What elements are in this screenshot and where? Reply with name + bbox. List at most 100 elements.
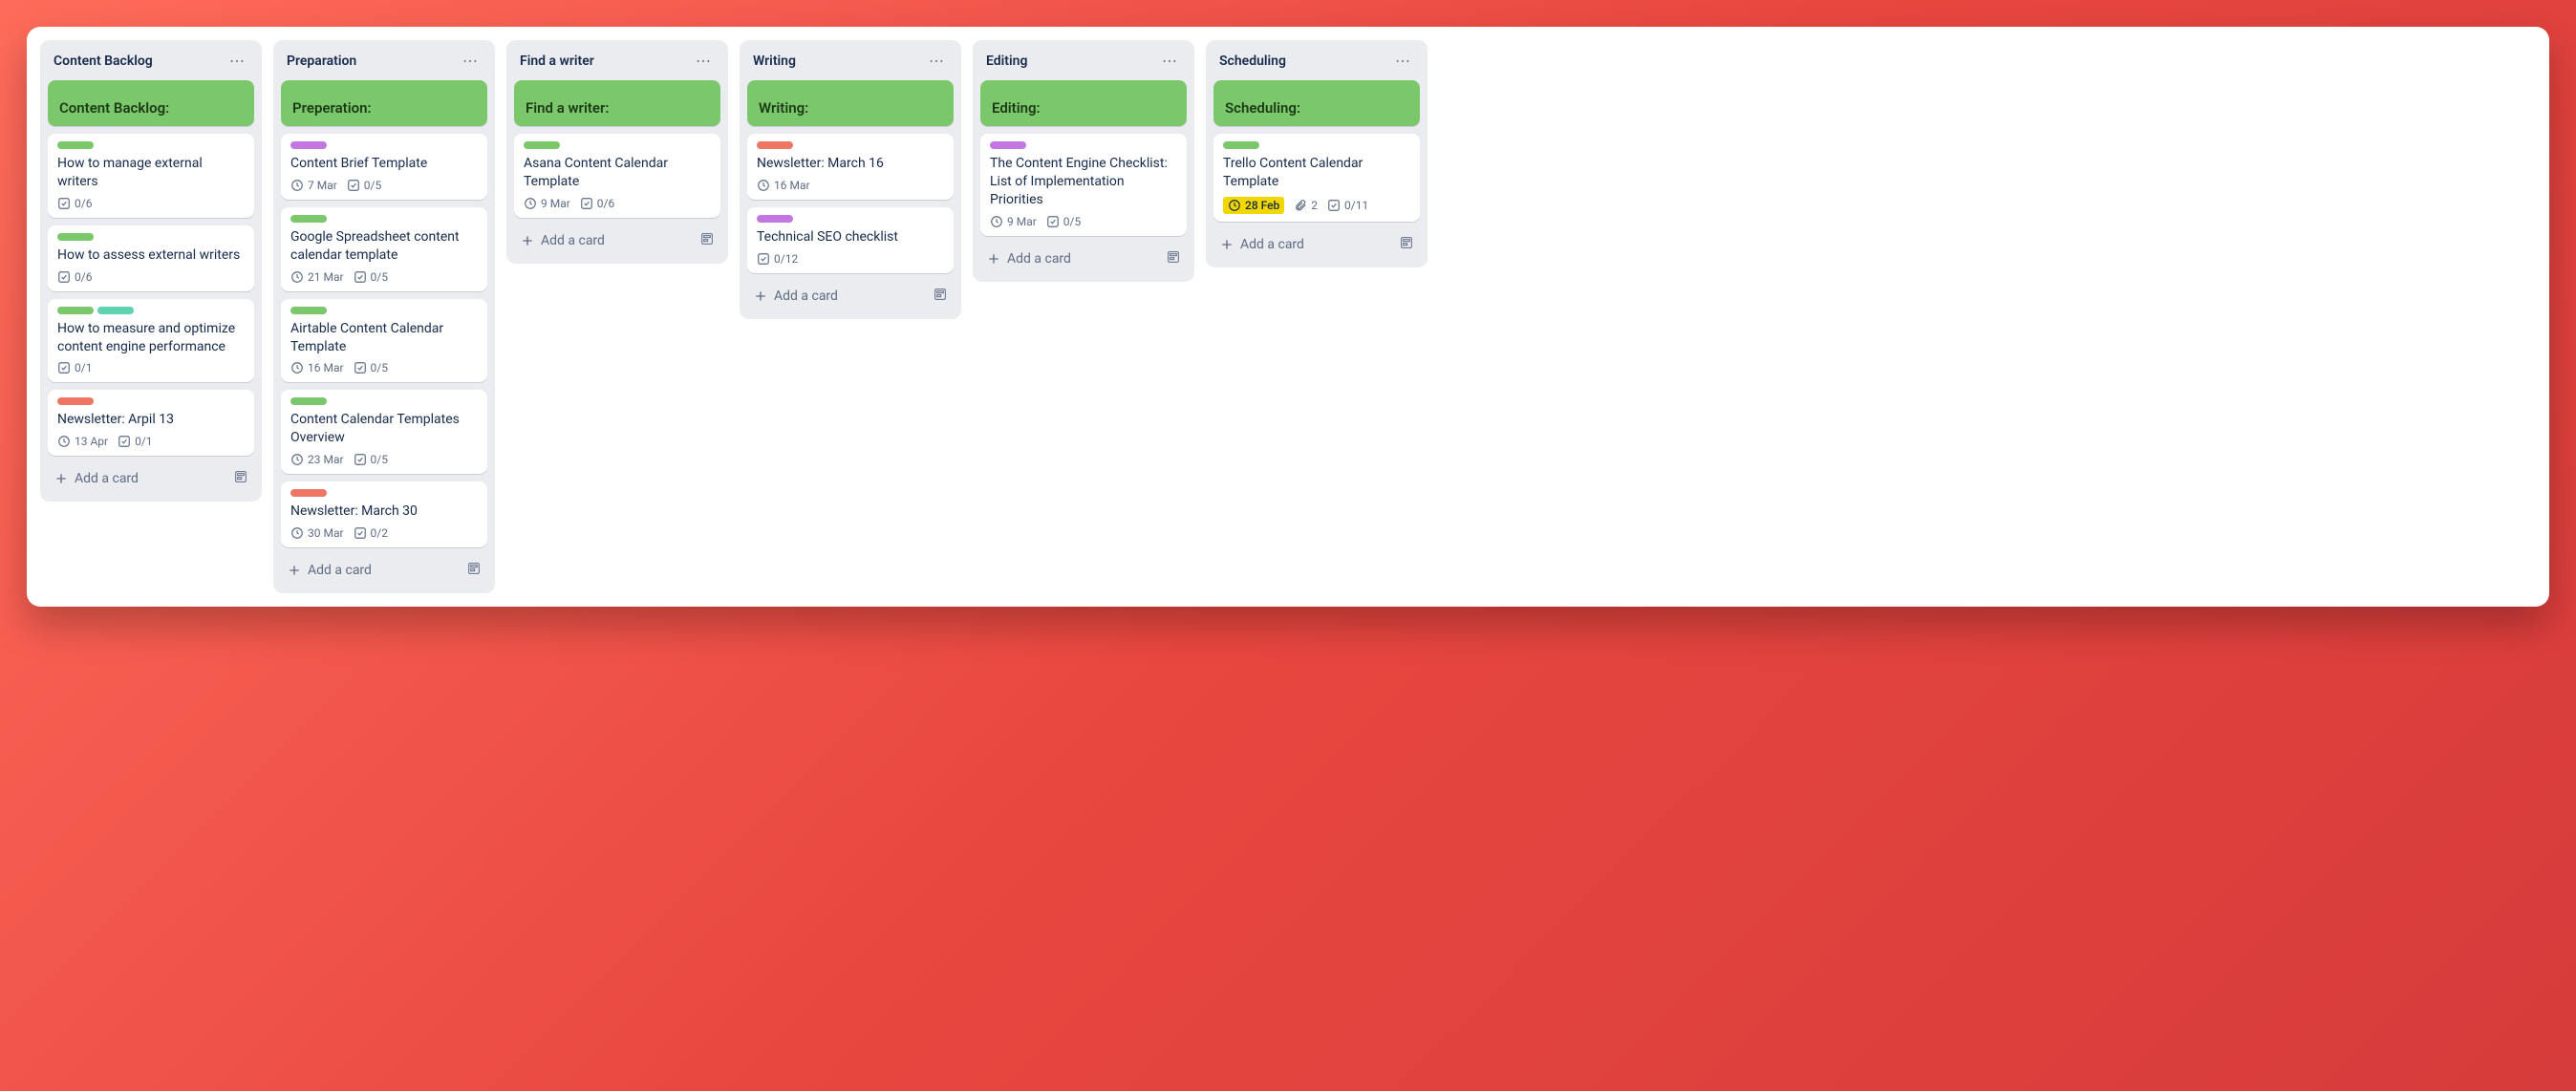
checklist-icon — [1327, 199, 1341, 212]
card-template-icon[interactable] — [933, 287, 948, 306]
attachment-icon — [1294, 199, 1307, 212]
due-date-text: 9 Mar — [541, 197, 570, 210]
clock-icon — [524, 197, 537, 210]
list-menu-icon[interactable]: ⋯ — [1158, 52, 1181, 71]
due-date-text: 21 Mar — [308, 270, 344, 284]
due-date-badge[interactable]: 9 Mar — [524, 197, 570, 210]
add-card-button[interactable]: Add a card — [48, 463, 254, 494]
card-label-green[interactable] — [57, 307, 94, 314]
list-title[interactable]: Editing — [986, 53, 1027, 69]
add-card-button[interactable]: Add a card — [514, 225, 720, 256]
list: Preparation ⋯ Preperation: Content Brief Te… — [273, 40, 495, 593]
card-label-green[interactable] — [290, 307, 327, 314]
card[interactable]: Newsletter: March 1616 Mar — [747, 134, 954, 200]
card[interactable]: Asana Content Calendar Template9 Mar0/6 — [514, 134, 720, 218]
checklist-count: 0/6 — [75, 270, 92, 284]
list-menu-icon[interactable]: ⋯ — [459, 52, 482, 71]
card-template-icon[interactable] — [466, 561, 482, 580]
card-badges: 16 Mar 0/5 — [290, 361, 478, 374]
list-menu-icon[interactable]: ⋯ — [1391, 52, 1414, 71]
due-date-badge[interactable]: 30 Mar — [290, 526, 344, 540]
add-card-button[interactable]: Add a card — [747, 281, 954, 311]
plus-icon — [753, 289, 768, 304]
list-menu-icon[interactable]: ⋯ — [925, 52, 948, 71]
list-header: Content Backlog ⋯ — [48, 48, 254, 73]
card[interactable]: Technical SEO checklist0/12 — [747, 207, 954, 273]
checklist-badge: 0/11 — [1327, 199, 1368, 212]
card-template-icon[interactable] — [1399, 235, 1414, 254]
attachment-badge: 2 — [1294, 199, 1318, 212]
card-label-green[interactable] — [290, 397, 327, 405]
card[interactable]: Airtable Content Calendar Template 16 Mar… — [281, 299, 487, 383]
card[interactable]: The Content Engine Checklist: List of Im… — [980, 134, 1187, 236]
card[interactable]: Newsletter: Arpil 1313 Apr0/1 — [48, 390, 254, 456]
list-header: Scheduling ⋯ — [1213, 48, 1420, 73]
card[interactable]: Content Brief Template7 Mar0/5 — [281, 134, 487, 200]
list-header-card[interactable]: Find a writer: — [514, 80, 720, 126]
card-title: Airtable Content Calendar Template — [290, 320, 478, 356]
due-date-badge[interactable]: 23 Mar — [290, 453, 344, 466]
card-label-green[interactable] — [57, 141, 94, 149]
due-date-badge[interactable]: 16 Mar — [290, 361, 344, 374]
list-title[interactable]: Content Backlog — [54, 53, 153, 69]
list-header-card-title: Preperation: — [292, 99, 476, 117]
list-title[interactable]: Scheduling — [1219, 53, 1286, 69]
list-menu-icon[interactable]: ⋯ — [692, 52, 715, 71]
card-label-green[interactable] — [57, 233, 94, 241]
checklist-count: 0/6 — [75, 197, 92, 210]
card-template-icon[interactable] — [233, 469, 248, 488]
checklist-badge: 0/5 — [1046, 215, 1081, 228]
add-card-button[interactable]: Add a card — [980, 244, 1187, 274]
checklist-icon — [347, 179, 360, 192]
add-card-left: Add a card — [54, 471, 139, 486]
card[interactable]: Trello Content Calendar Template28 Feb20… — [1213, 134, 1420, 222]
card-labels — [757, 141, 944, 149]
list-header-card[interactable]: Scheduling: — [1213, 80, 1420, 126]
card-label-orange[interactable] — [57, 397, 94, 405]
card-badges: 0/1 — [57, 361, 245, 374]
checklist-icon — [118, 435, 131, 448]
due-date-badge[interactable]: 9 Mar — [990, 215, 1037, 228]
card-label-purple[interactable] — [290, 141, 327, 149]
list-header-card[interactable]: Editing: — [980, 80, 1187, 126]
list-title[interactable]: Find a writer — [520, 53, 594, 69]
card[interactable]: How to measure and optimize content engi… — [48, 299, 254, 383]
add-card-button[interactable]: Add a card — [281, 555, 487, 586]
card[interactable]: How to manage external writers0/6 — [48, 134, 254, 218]
card[interactable]: Content Calendar Templates Overview23 Ma… — [281, 390, 487, 474]
card-label-orange[interactable] — [290, 489, 327, 497]
list-header-card-title: Find a writer: — [526, 99, 709, 117]
list-header-card[interactable]: Content Backlog: — [48, 80, 254, 126]
card-label-purple[interactable] — [757, 215, 793, 223]
card[interactable]: How to assess external writers0/6 — [48, 225, 254, 291]
card-label-orange[interactable] — [757, 141, 793, 149]
list-title[interactable]: Writing — [753, 53, 796, 69]
card-label-purple[interactable] — [990, 141, 1026, 149]
plus-icon — [287, 563, 302, 578]
add-card-left: Add a card — [1219, 237, 1304, 252]
due-date-badge[interactable]: 21 Mar — [290, 270, 344, 284]
list-menu-icon[interactable]: ⋯ — [225, 52, 248, 71]
due-date-badge[interactable]: 16 Mar — [757, 179, 810, 192]
due-date-badge[interactable]: 13 Apr — [57, 435, 108, 448]
due-date-badge[interactable]: 7 Mar — [290, 179, 337, 192]
list-header-card[interactable]: Writing: — [747, 80, 954, 126]
add-card-button[interactable]: Add a card — [1213, 229, 1420, 260]
add-card-label: Add a card — [1007, 251, 1071, 267]
due-date-text: 30 Mar — [308, 526, 344, 540]
card-label-teal[interactable] — [97, 307, 134, 314]
card-template-icon[interactable] — [699, 231, 715, 250]
due-date-badge[interactable]: 28 Feb — [1223, 197, 1284, 214]
card[interactable]: Newsletter: March 3030 Mar0/2 — [281, 481, 487, 547]
card-label-green[interactable] — [524, 141, 560, 149]
checklist-badge: 0/5 — [354, 361, 388, 374]
list-title[interactable]: Preparation — [287, 53, 356, 69]
card-template-icon[interactable] — [1166, 249, 1181, 268]
checklist-icon — [57, 361, 71, 374]
card-label-green[interactable] — [1223, 141, 1259, 149]
card[interactable]: Google Spreadsheet content calendar temp… — [281, 207, 487, 291]
list-header-card[interactable]: Preperation: — [281, 80, 487, 126]
card-label-green[interactable] — [290, 215, 327, 223]
checklist-badge: 0/6 — [57, 197, 92, 210]
card-title: Content Brief Template — [290, 155, 478, 173]
